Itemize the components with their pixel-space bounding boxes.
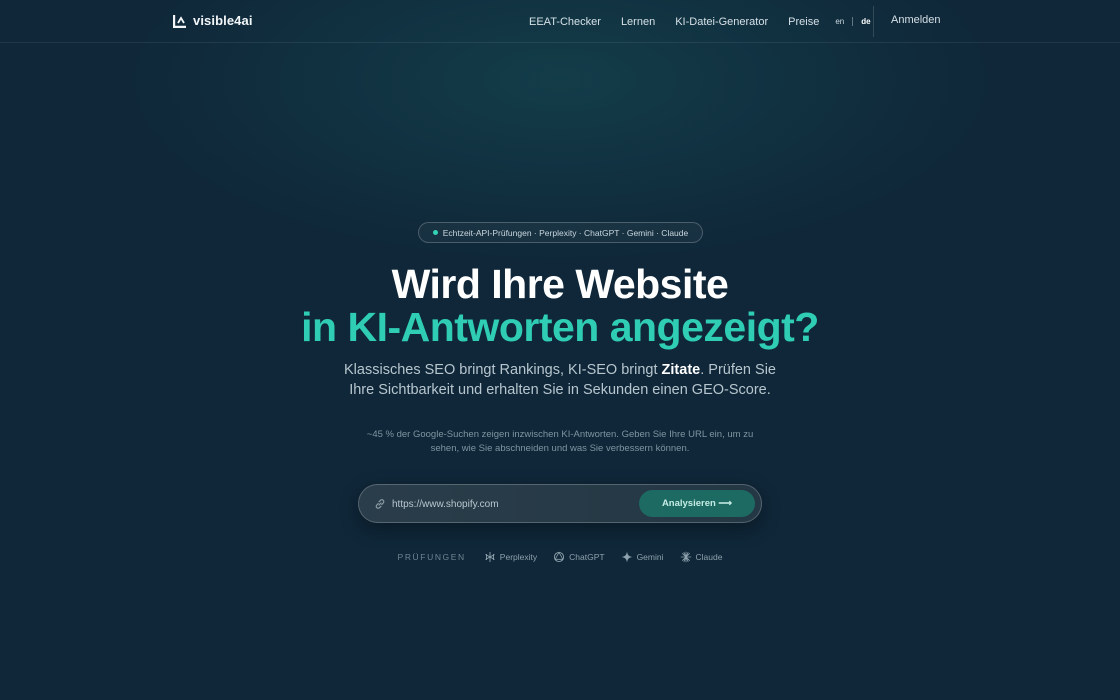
analyze-button[interactable]: Analysieren ⟶ [639, 490, 755, 517]
hero-subtitle: Klassisches SEO bringt Rankings, KI-SEO … [340, 360, 780, 400]
chatgpt-icon [554, 551, 565, 563]
hero-title-line2: in KI-Antworten angezeigt? [301, 304, 819, 350]
nav-link-pricing[interactable]: Preise [788, 16, 819, 28]
provider-name: ChatGPT [569, 552, 605, 562]
brand-logo[interactable]: visible4ai [173, 13, 253, 28]
hero-subtitle-prefix: Klassisches SEO bringt Rankings, KI-SEO … [344, 362, 658, 378]
link-icon [375, 499, 385, 509]
url-search-bar: Analysieren ⟶ [358, 484, 762, 523]
nav-divider [873, 6, 874, 37]
provider-gemini: Gemini [621, 551, 664, 563]
top-navbar: visible4ai EEAT-Checker Lernen KI-Datei-… [0, 0, 1120, 43]
nav-link-learn[interactable]: Lernen [621, 16, 655, 28]
checks-label: PRÜFUNGEN [397, 552, 466, 562]
background-glow [0, 0, 1120, 700]
url-input[interactable] [392, 495, 632, 513]
provider-claude: Claude [680, 551, 723, 563]
hero-subtitle-strong: Zitate [661, 362, 701, 378]
logo-icon [173, 14, 186, 28]
hero-title-line1: Wird Ihre Website [391, 261, 729, 307]
login-link[interactable]: Anmelden [891, 14, 941, 26]
provider-name: Gemini [636, 552, 664, 562]
language-en[interactable]: en [835, 17, 844, 26]
language-separator [852, 17, 854, 26]
provider-checks: PRÜFUNGEN Perplexity ChatGPT Gemini Clau… [0, 550, 1120, 564]
provider-chatgpt: ChatGPT [553, 551, 605, 563]
language-de[interactable]: de [861, 17, 870, 26]
provider-name: Perplexity [499, 552, 538, 562]
status-dot-icon [432, 230, 438, 235]
perplexity-icon [485, 552, 495, 562]
nav-link-ai-file-generator[interactable]: KI-Datei-Generator [675, 16, 768, 28]
claude-icon [680, 551, 691, 563]
main-nav: EEAT-Checker Lernen KI-Datei-Generator P… [529, 0, 871, 43]
nav-link-eeat-checker[interactable]: EEAT-Checker [529, 16, 601, 28]
hero-note: ~45 % der Google-Suchen zeigen inzwische… [366, 429, 754, 454]
provider-perplexity: Perplexity [484, 551, 537, 563]
feature-pill-text: Echtzeit-API-Prüfungen · Perplexity · Ch… [442, 227, 689, 238]
provider-name: Claude [695, 552, 723, 562]
brand-name: visible4ai [193, 13, 253, 28]
gemini-icon [621, 551, 633, 563]
feature-pill: Echtzeit-API-Prüfungen · Perplexity · Ch… [418, 222, 703, 243]
